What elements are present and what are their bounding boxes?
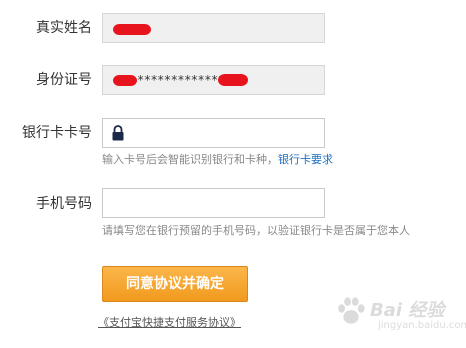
phone-label: 手机号码 [36,196,92,212]
id-number-value: ************* [137,73,225,87]
id-number-field[interactable]: ************* [102,65,325,95]
phone-hint: 请填写您在银行预留的手机号码，以验证银行卡是否属于您本人 [102,224,410,237]
agree-confirm-button[interactable]: 同意协议并确定 [102,266,248,302]
agreement-link[interactable]: 《支付宝快捷支付服务协议》 [98,315,241,331]
watermark-url-text: jingyan.baidu.com [378,320,466,331]
agreement-link-text: 《支付宝快捷支付服务协议》 [98,316,241,329]
bank-card-input[interactable] [102,118,325,148]
phone-input[interactable] [102,188,325,218]
redaction-mark [218,74,248,86]
baidu-jingyan-watermark: Bai 经验 jingyan.baidu.com [330,290,466,342]
paw-logo-icon [338,297,365,324]
bank-card-requirements-link[interactable]: 银行卡要求 [278,153,333,166]
bank-card-label: 银行卡卡号 [22,125,92,141]
redaction-mark [113,24,151,35]
name-label: 真实姓名 [36,20,92,36]
redaction-mark [113,75,137,86]
name-field[interactable] [102,13,325,43]
watermark-logo-text: Bai 经验 [370,300,445,321]
bank-card-hint: 输入卡号后会智能识别银行和卡种，银行卡要求 [102,152,333,168]
bank-card-hint-text: 输入卡号后会智能识别银行和卡种， [102,153,278,166]
id-number-label: 身份证号 [36,72,92,88]
lock-icon [112,125,124,141]
